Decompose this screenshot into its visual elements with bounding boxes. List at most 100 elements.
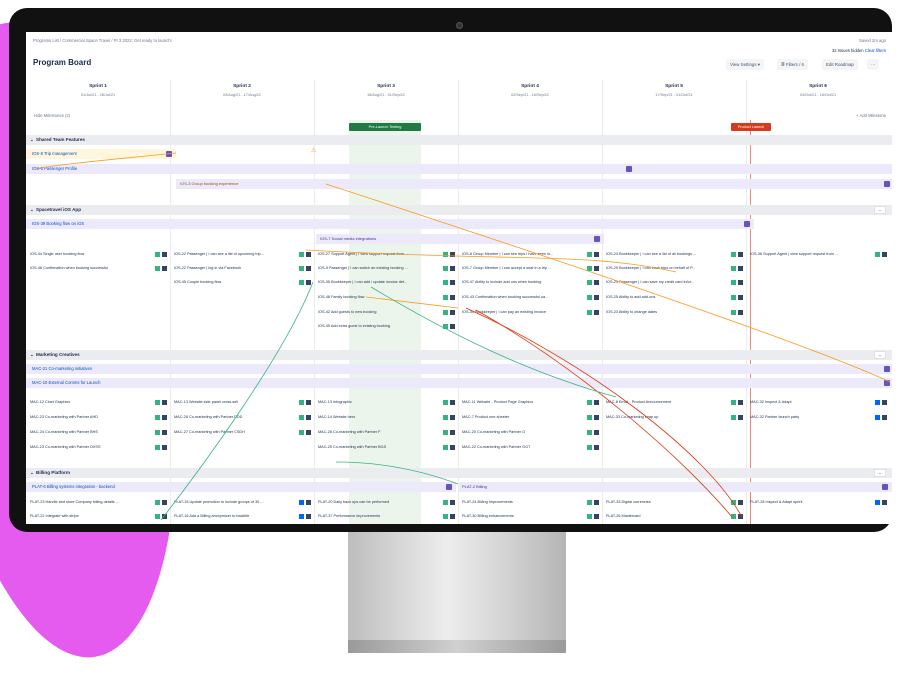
section-marketing-creatives[interactable]: ⌄ Marketing Creatives –: [26, 350, 892, 360]
assignee-avatar: [450, 280, 455, 285]
issue-card[interactable]: MAC-25 Co-marketing with Partner BGS: [316, 443, 456, 452]
story-icon: [299, 280, 304, 285]
issue-card[interactable]: IOS-31 Bookkeeper | I can pay an existin…: [460, 308, 600, 317]
issue-card[interactable]: PLAT-28 Inspect & Adapt sprint: [748, 498, 888, 507]
issue-title: MAC-13 Infographic: [318, 400, 352, 404]
issue-card[interactable]: PLAT-37 Performance improvements: [316, 512, 456, 521]
issue-card[interactable]: PLAT-20 Daily back ups can be performed: [316, 498, 456, 507]
feature-row-passenger-profile[interactable]: IOS-5 Passenger Profile: [26, 164, 892, 174]
issue-card[interactable]: IOS-47 Ability to include add ons when b…: [460, 278, 600, 287]
feature-row-booking-flow[interactable]: IOS-39 Booking flow on iOS: [26, 219, 754, 229]
program-board-screen: Programs List / Commercial Space Travel …: [26, 32, 892, 524]
issue-card[interactable]: PLAT-15 Update promotion to include grou…: [172, 498, 312, 507]
chevron-down-icon[interactable]: ⌄: [30, 135, 34, 145]
issue-card[interactable]: PLAT-26 Mastercard: [604, 512, 744, 521]
collapse-button[interactable]: –: [874, 206, 886, 214]
add-milestone-button[interactable]: + Add Milestone: [856, 111, 886, 121]
issue-card[interactable]: IOS-46 Confirmation when booking success…: [28, 264, 168, 273]
issue-card[interactable]: MAC-32 Partner launch party: [748, 413, 888, 422]
issue-title: PLAT-26 Mastercard: [606, 514, 641, 518]
filters-button[interactable]: ≣ Filters / 6: [777, 59, 808, 70]
feature-bar-group-booking[interactable]: IOS-3 Group booking experience: [176, 179, 892, 189]
sprint-name: Sprint 3: [377, 84, 395, 89]
issue-card[interactable]: PLAT-23 Handle and store Company billing…: [28, 498, 168, 507]
issue-card[interactable]: MAC-33 Co-marketing wrap up: [604, 413, 744, 422]
issue-card[interactable]: MAC-11 Website - Product Page Graphics: [460, 398, 600, 407]
issue-card[interactable]: IOS-7 Group Member | I can accept a seat…: [460, 264, 600, 273]
view-settings-button[interactable]: View Settings ▾: [726, 59, 764, 70]
collapse-button[interactable]: –: [874, 351, 886, 359]
issue-card[interactable]: IOS-23 Bookkeeper | I can see a list of …: [604, 250, 744, 259]
edit-roadmap-button[interactable]: Edit Roadmap: [822, 59, 858, 70]
issue-card[interactable]: IOS-23 Ability to change dates: [604, 308, 744, 317]
issue-card[interactable]: MAC-20 Co-marketing with Partner G: [460, 428, 600, 437]
chevron-down-icon[interactable]: ⌄: [30, 350, 34, 360]
feature-icon: [446, 484, 452, 490]
section-ios-app[interactable]: ⌄ Spacetravel iOS App –: [26, 205, 892, 215]
issue-card[interactable]: IOS-44 Single user booking flow: [28, 250, 168, 259]
issue-card[interactable]: PLAT-30 Billing enhancements: [460, 512, 600, 521]
issue-card[interactable]: IOS-45 Add extra guest to existing booki…: [316, 322, 456, 331]
chevron-down-icon[interactable]: ⌄: [30, 205, 34, 215]
issue-card[interactable]: IOS-22 Passenger | log in via Facebook: [172, 264, 312, 273]
issue-card[interactable]: MAC-13 Website side panel cross-sell: [172, 398, 312, 407]
chevron-down-icon[interactable]: ⌄: [30, 468, 34, 478]
issue-card[interactable]: IOS-29 Bookkeeper | I can book trips on …: [604, 264, 744, 273]
breadcrumb[interactable]: Programs List / Commercial Space Travel …: [33, 38, 172, 43]
issue-card[interactable]: MAC-28 Co-marketing with Partner DDD: [172, 413, 312, 422]
issue-card[interactable]: PLAT-33 Digital currencies: [604, 498, 744, 507]
issue-card[interactable]: MAC-12 Cinet Graphics: [28, 398, 168, 407]
issue-card[interactable]: PLAT-16 Add a Billing anonymizer to back…: [172, 512, 312, 521]
issue-card[interactable]: IOS-27 Support Agent | I view support re…: [316, 250, 456, 259]
issue-card[interactable]: IOS-9 Passenger | I can switch an existi…: [316, 264, 456, 273]
story-icon: [443, 445, 448, 450]
warning-icon[interactable]: ⚠: [311, 147, 316, 154]
assignee-avatar: [738, 415, 743, 420]
milestone-pre-launch[interactable]: Pre-Launch Testing: [349, 123, 421, 131]
section-billing-platform[interactable]: ⌄ Billing Platform –: [26, 468, 892, 478]
issue-card[interactable]: IOS-8 Group Member | I can see trips I h…: [460, 250, 600, 259]
issue-card[interactable]: PLAT-24 Billing Improvements: [460, 498, 600, 507]
issue-card[interactable]: IOS-45 Couple booking flow: [172, 278, 312, 287]
issue-title: MAC-28 Co-marketing with Partner DDD: [174, 415, 243, 419]
issue-card[interactable]: MAC-26 Co-marketing with Partner F: [316, 428, 456, 437]
collapse-button[interactable]: –: [874, 469, 886, 477]
issue-card[interactable]: MAC-24 Co-marketing with Partner BHS: [28, 428, 168, 437]
more-actions-button[interactable]: ···: [867, 59, 880, 70]
issue-card[interactable]: MAC-22 Co-marketing with Partner GGT: [460, 443, 600, 452]
issue-card[interactable]: PLAT-22 Integrate with stripe: [28, 512, 168, 521]
issue-card[interactable]: IOS-35 Bookkeeper | I can add / update i…: [316, 278, 456, 287]
clear-filters-link[interactable]: Clear filters: [865, 48, 886, 53]
issue-card[interactable]: MAC-14 Website hero: [316, 413, 456, 422]
issue-title: MAC-26 Co-marketing with Partner F: [318, 430, 381, 434]
issue-card[interactable]: MAC-23 Co-marketing with Partner AHD: [28, 413, 168, 422]
feature-row-external-comms[interactable]: MAC-10 External Comms for Launch: [26, 378, 892, 388]
milestone-product-launch[interactable]: Product Launch: [731, 123, 771, 131]
feature-row-trip-management[interactable]: IOS-8 Trip management: [26, 149, 176, 159]
issue-card[interactable]: MAC-32 Inspect & Adapt: [748, 398, 888, 407]
hide-milestones-toggle[interactable]: Hide Milestones (2): [34, 111, 70, 121]
issue-card[interactable]: IOS-36 Support Agent | view support requ…: [748, 250, 888, 259]
issue-card[interactable]: IOS-24 Passenger | I can save my credit …: [604, 278, 744, 287]
issue-card[interactable]: MAC-27 Co-marketing with Partner CSDH: [172, 428, 312, 437]
issue-card[interactable]: MAC-23 Co-marketing with Partner DXSS: [28, 443, 168, 452]
assignee-avatar: [594, 445, 599, 450]
feature-row-billing-integration[interactable]: PLAT-6 Billing systems integration - bac…: [26, 482, 456, 492]
issue-title: MAC-25 Co-marketing with Partner BGS: [318, 445, 387, 449]
feature-bar-billing[interactable]: PLAT-2 Billing: [458, 482, 892, 492]
assignee-avatar: [882, 400, 887, 405]
issue-card[interactable]: MAC-8 Email - Product Announcement: [604, 398, 744, 407]
issue-card[interactable]: MAC-13 Infographic: [316, 398, 456, 407]
feature-row-comarketing[interactable]: MAC-21 Co-marketing initiatives: [26, 364, 892, 374]
issue-card[interactable]: MAC-7 Product one-sheeter: [460, 413, 600, 422]
feature-label: MAC-10 External Comms for Launch: [32, 380, 101, 385]
story-icon: [731, 266, 736, 271]
section-shared-team-features[interactable]: ⌄ Shared Team Features: [26, 135, 892, 145]
issue-card[interactable]: IOS-48 Family booking flow: [316, 293, 456, 302]
issue-card[interactable]: IOS-43 Confirmation when booking success…: [460, 293, 600, 302]
feature-bar-social-media[interactable]: IOS-7 Social media integrations: [316, 234, 604, 244]
assignee-avatar: [594, 514, 599, 519]
issue-card[interactable]: IOS-22 Passenger | I can see a list of u…: [172, 250, 312, 259]
issue-card[interactable]: IOS-42 Add guests to new booking: [316, 308, 456, 317]
issue-card[interactable]: IOS-25 Ability to add add-ons: [604, 293, 744, 302]
